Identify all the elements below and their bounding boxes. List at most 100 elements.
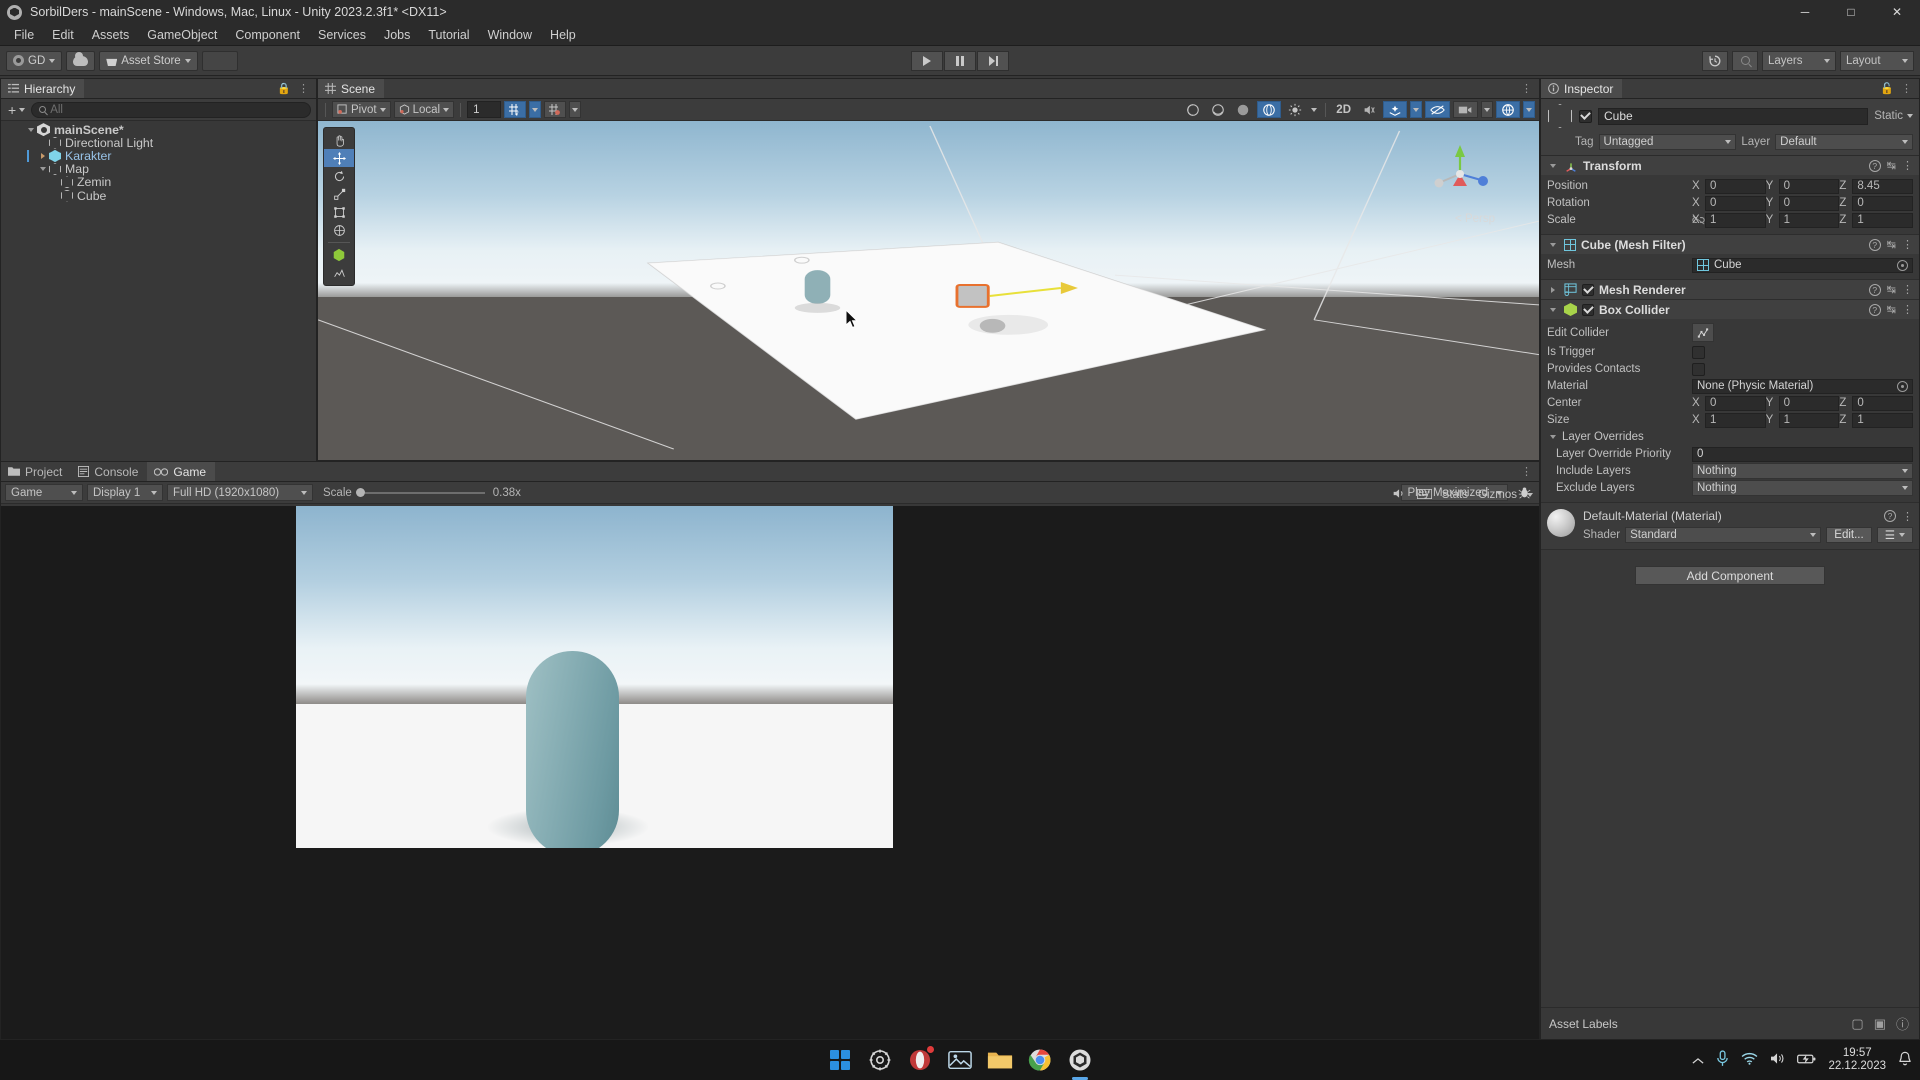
center-y-input[interactable]: 0 (1778, 395, 1840, 411)
scale-slider-knob[interactable] (355, 488, 365, 497)
help-icon[interactable]: ? (1868, 238, 1881, 251)
component-menu-icon[interactable]: ⋮ (1902, 159, 1913, 172)
chevron-down-icon[interactable] (1547, 163, 1559, 168)
hierarchy-item-directional-light[interactable]: Directional Light (1, 136, 316, 150)
rotation-x-input[interactable]: 0 (1705, 195, 1766, 211)
rect-tool-button[interactable] (324, 203, 354, 221)
close-button[interactable]: ✕ (1874, 0, 1920, 24)
position-y-input[interactable]: 0 (1778, 178, 1840, 194)
exclude-layers-dropdown[interactable]: Nothing (1692, 480, 1913, 496)
asset-info-icon[interactable]: ⓘ (1896, 1014, 1909, 1033)
asset-store-button[interactable]: Asset Store (99, 50, 198, 71)
tab-game[interactable]: Game (147, 462, 216, 481)
resolution-dropdown[interactable]: Full HD (1920x1080) (167, 484, 313, 501)
collider-tool-button[interactable] (324, 264, 354, 282)
size-y-input[interactable]: 1 (1778, 412, 1840, 428)
scale-y-input[interactable]: 1 (1778, 212, 1840, 228)
edit-shader-button[interactable]: Edit... (1826, 527, 1872, 543)
opera-app-button[interactable] (907, 1045, 935, 1073)
mesh-object-field[interactable]: Cube (1692, 257, 1913, 273)
scene-hidden-objects-toggle[interactable] (1425, 101, 1450, 118)
game-viewport[interactable] (1, 506, 1539, 1039)
gameobject-name-field[interactable]: Cube (1598, 107, 1869, 125)
account-button[interactable]: GD (6, 50, 63, 71)
menu-tutorial[interactable]: Tutorial (419, 26, 478, 44)
pivot-dropdown[interactable]: Pivot (332, 101, 391, 118)
tab-hierarchy[interactable]: Hierarchy (1, 79, 85, 98)
scene-camera-preview-toggle[interactable] (1453, 101, 1478, 118)
is-trigger-checkbox[interactable] (1692, 345, 1705, 359)
snap-increment-toggle[interactable] (544, 101, 567, 118)
component-menu-icon[interactable]: ⋮ (1902, 303, 1913, 316)
chevron-right-icon[interactable] (37, 152, 49, 159)
scene-gizmo-toggle[interactable] (1257, 101, 1282, 118)
scale-slider[interactable] (355, 488, 485, 497)
include-layers-dropdown[interactable]: Nothing (1692, 463, 1913, 479)
game-view-dropdown[interactable]: Game (5, 484, 83, 501)
chrome-app-button[interactable] (1027, 1047, 1053, 1073)
scene-lighting-toggle[interactable] (1284, 101, 1306, 118)
scene-shaded-solid-button[interactable] (1232, 101, 1254, 118)
grid-snapping-dropdown[interactable] (529, 101, 542, 118)
size-x-input[interactable]: 1 (1705, 412, 1766, 428)
scene-lighting-dropdown[interactable] (1309, 101, 1319, 118)
tab-scene[interactable]: Scene (318, 79, 385, 98)
physic-material-field[interactable]: None (Physic Material) (1692, 378, 1913, 394)
scene-2d-toggle[interactable]: 2D (1332, 101, 1355, 118)
scene-shading-button[interactable] (1207, 101, 1229, 118)
position-x-input[interactable]: 0 (1705, 178, 1766, 194)
step-button[interactable] (977, 50, 1009, 71)
rotation-z-input[interactable]: 0 (1852, 195, 1914, 211)
hand-tool-button[interactable] (324, 131, 354, 149)
hierarchy-search-input[interactable]: All (31, 101, 311, 118)
asset-label-icon[interactable]: ▣ (1874, 1016, 1886, 1032)
scene-viewport[interactable]: < Persp (318, 121, 1539, 460)
search-button[interactable] (1732, 50, 1758, 71)
tab-project[interactable]: Project (1, 462, 72, 481)
shader-options-button[interactable]: ☰ (1876, 527, 1913, 543)
layers-dropdown[interactable]: Layers (1762, 50, 1836, 71)
component-menu-icon[interactable]: ⋮ (1902, 283, 1913, 296)
help-icon[interactable]: ? (1884, 510, 1896, 522)
menu-help[interactable]: Help (541, 26, 585, 44)
help-icon[interactable]: ? (1868, 283, 1881, 296)
tab-console[interactable]: Console (71, 462, 148, 481)
edit-collider-button[interactable] (1692, 323, 1714, 342)
start-button[interactable] (827, 1047, 853, 1073)
hierarchy-lock-icon[interactable]: 🔒 (277, 82, 291, 95)
help-icon[interactable]: ? (1868, 303, 1881, 316)
menu-jobs[interactable]: Jobs (375, 26, 419, 44)
move-tool-button[interactable] (324, 149, 354, 167)
size-z-input[interactable]: 1 (1852, 412, 1914, 428)
scale-tool-button[interactable] (324, 185, 354, 203)
scene-camera-mode-button[interactable] (1182, 101, 1204, 118)
component-menu-icon[interactable]: ⋮ (1902, 238, 1913, 251)
scene-camera-dropdown[interactable] (1481, 101, 1493, 118)
cloud-button[interactable] (66, 50, 96, 71)
menu-component[interactable]: Component (226, 26, 309, 44)
layout-dropdown[interactable]: Layout (1840, 50, 1914, 71)
settings-app-button[interactable] (867, 1047, 893, 1073)
custom-tool-button[interactable] (324, 246, 354, 264)
hierarchy-item-mainscene[interactable]: mainScene* (1, 123, 316, 137)
tab-inspector[interactable]: Inspector (1541, 79, 1623, 98)
chevron-down-icon[interactable] (1547, 307, 1559, 312)
minimize-button[interactable]: ─ (1782, 0, 1828, 24)
chevron-down-icon[interactable] (1527, 493, 1533, 497)
gameobject-active-checkbox[interactable] (1579, 109, 1592, 123)
hierarchy-menu-icon[interactable]: ⋮ (298, 82, 309, 95)
scene-effects-toggle[interactable] (1383, 101, 1407, 118)
hierarchy-item-cube[interactable]: Cube (1, 189, 316, 203)
menu-window[interactable]: Window (479, 26, 541, 44)
chevron-down-icon[interactable] (25, 127, 37, 132)
scene-gizmos-dropdown[interactable] (1523, 101, 1535, 118)
layer-overrides-foldout[interactable]: Layer Overrides (1547, 429, 1913, 445)
preset-icon[interactable]: ↹ (1887, 238, 1896, 251)
scale-slider-track[interactable] (364, 491, 485, 494)
menu-edit[interactable]: Edit (43, 26, 83, 44)
volume-button[interactable] (1770, 1052, 1785, 1068)
taskbar-clock[interactable]: 19:57 22.12.2023 (1828, 1047, 1886, 1073)
provides-contacts-checkbox[interactable] (1692, 362, 1705, 376)
material-menu-icon[interactable]: ⋮ (1902, 510, 1913, 523)
file-explorer-button[interactable] (987, 1047, 1013, 1073)
